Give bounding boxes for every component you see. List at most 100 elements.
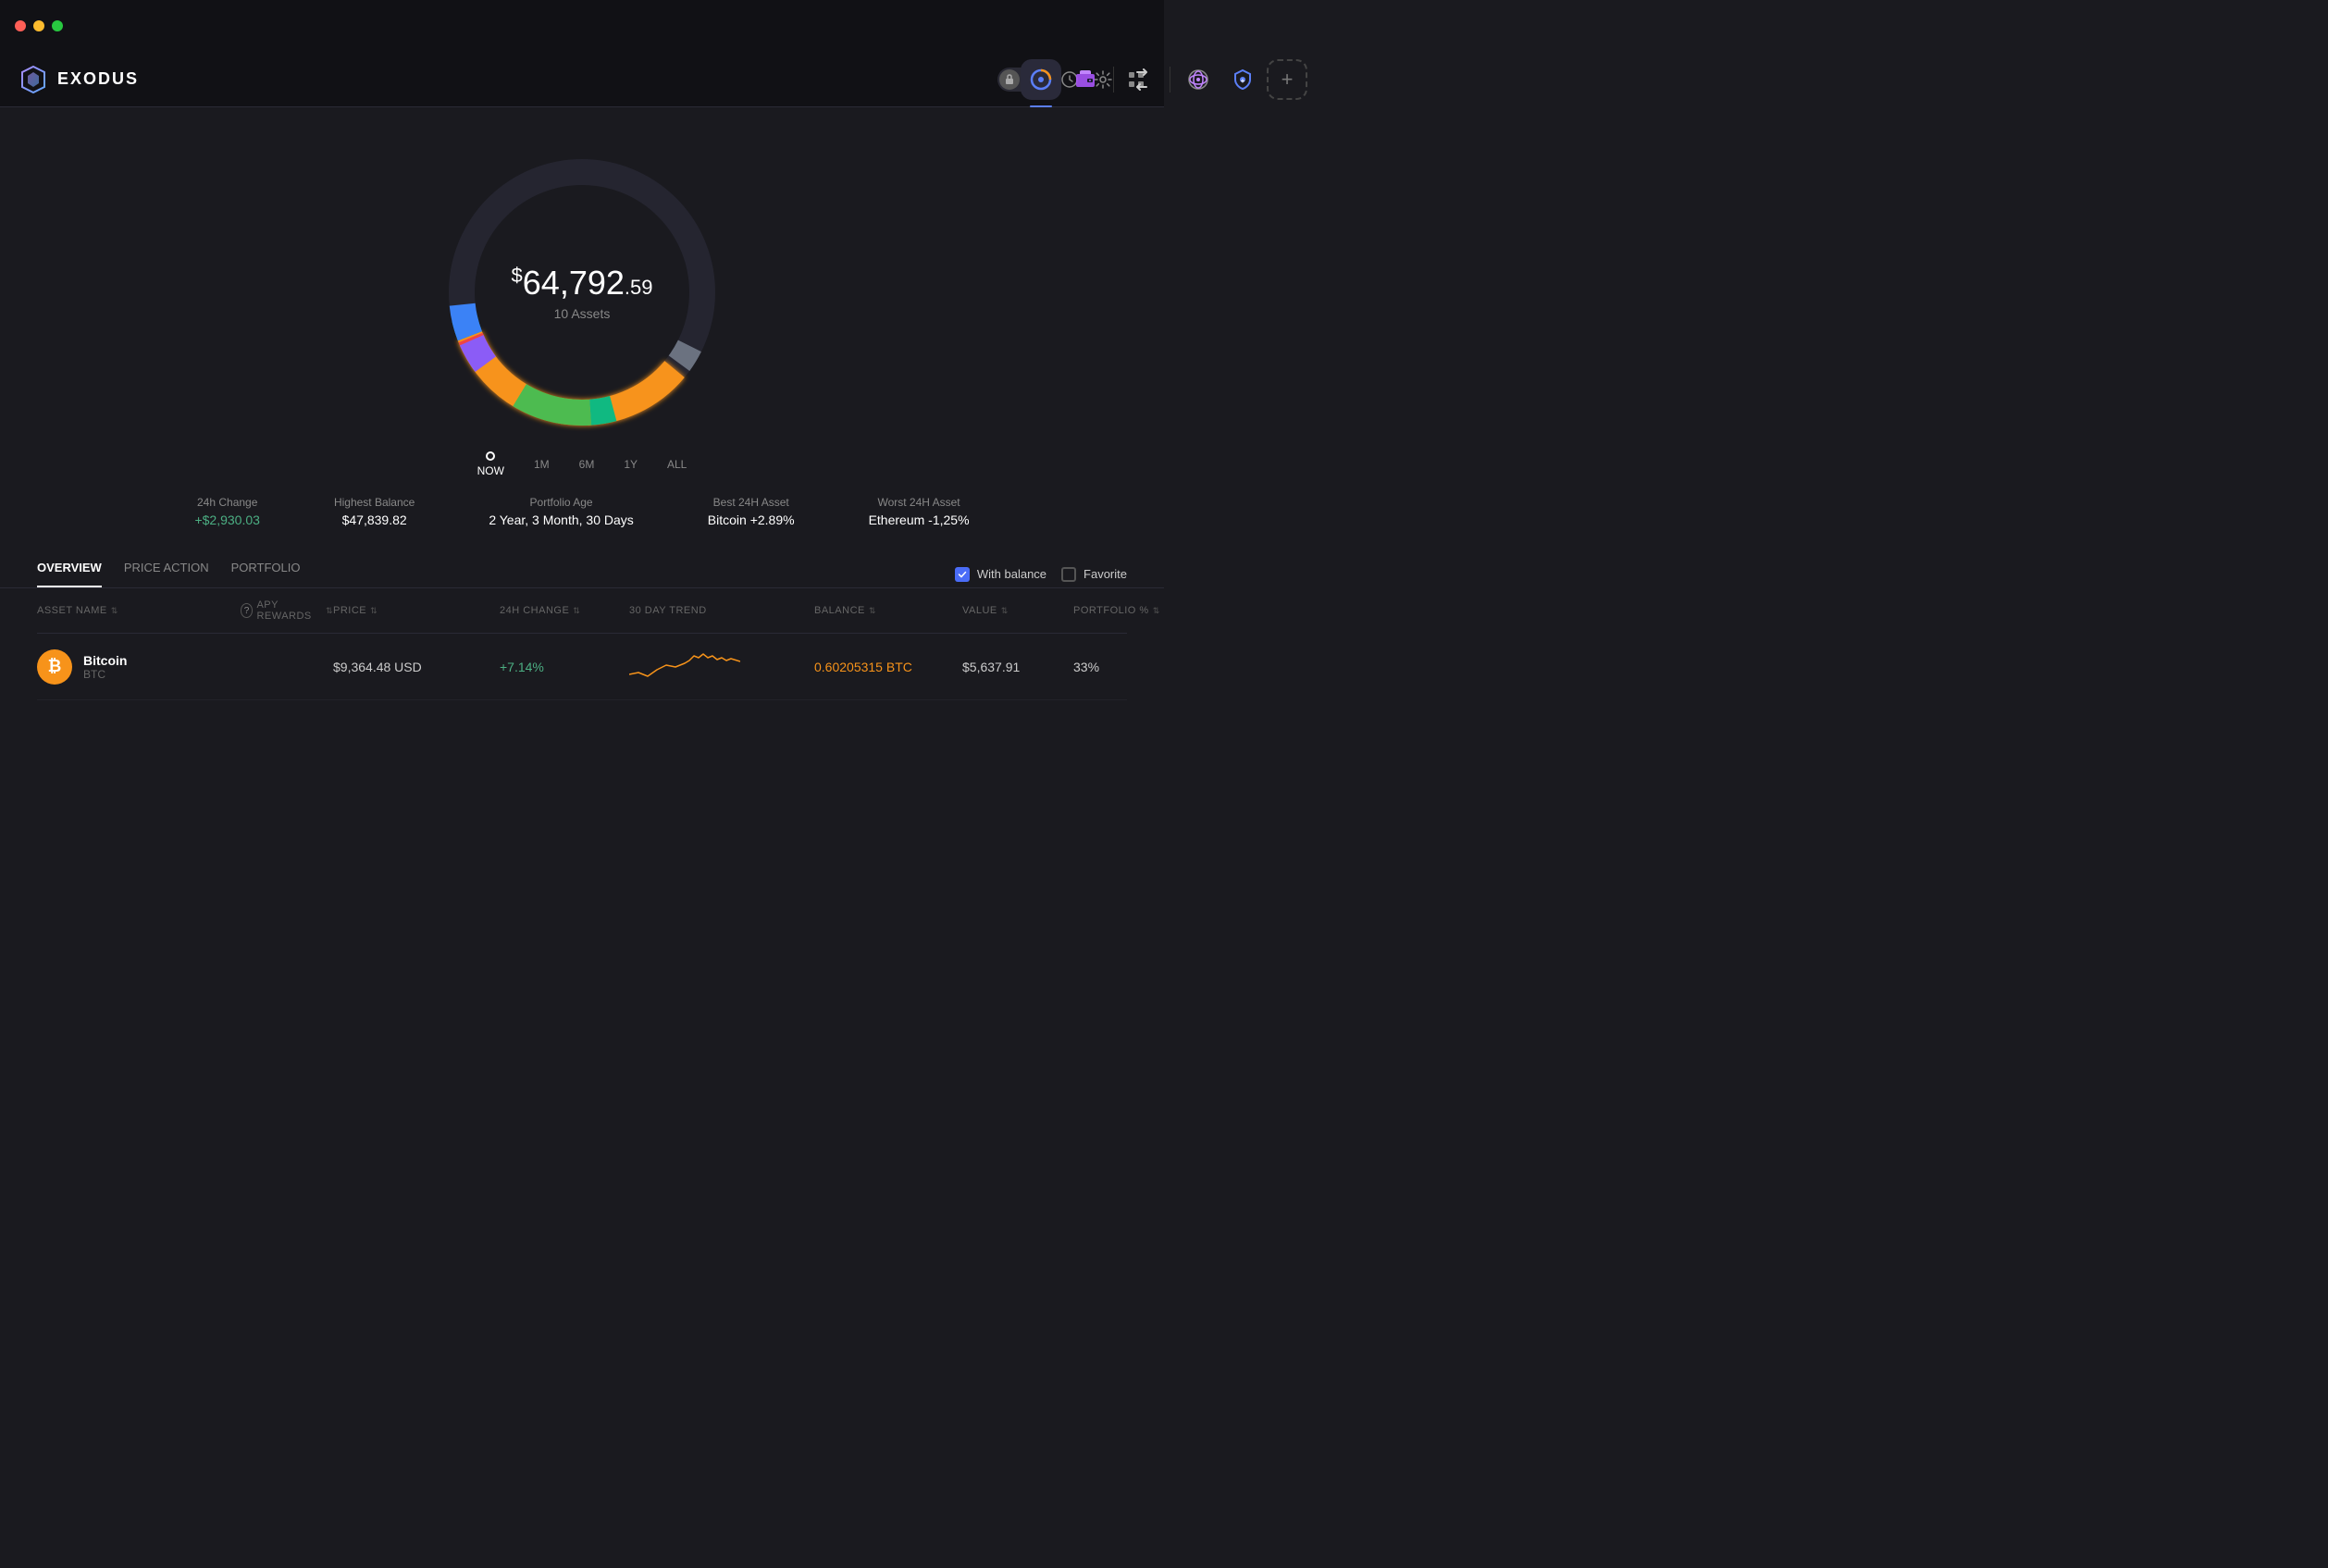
favorite-label: Favorite — [1084, 567, 1127, 581]
bitcoin-portfolio-pct: 33% — [1073, 660, 1166, 674]
bitcoin-trend-chart — [629, 647, 814, 686]
maximize-button[interactable] — [52, 20, 63, 31]
bitcoin-value: $5,637.91 — [962, 660, 1073, 674]
tab-portfolio[interactable]: PORTFOLIO — [231, 561, 301, 587]
sort-icon-price: ⇅ — [370, 606, 378, 616]
stat-worst-24h: Worst 24H Asset Ethereum -1,25% — [869, 496, 970, 527]
th-asset-name[interactable]: ASSET NAME ⇅ — [37, 599, 241, 622]
timeline-1y[interactable]: 1Y — [624, 458, 638, 471]
logo-area: EXODUS — [19, 65, 139, 94]
bitcoin-price: $9,364.48 USD — [333, 660, 500, 674]
favorite-checkbox[interactable] — [1061, 567, 1076, 582]
bitcoin-balance: 0.60205315 BTC — [814, 660, 962, 674]
tabs-filters: With balance Favorite — [955, 567, 1127, 582]
th-price[interactable]: PRICE ⇅ — [333, 599, 500, 622]
timeline-label-all: ALL — [667, 458, 687, 471]
center-navigation: + + — [1021, 59, 1307, 100]
stat-age-value: 2 Year, 3 Month, 30 Days — [489, 512, 633, 527]
nav-add-button[interactable]: + — [1267, 59, 1307, 100]
timeline-now[interactable]: NOW — [477, 451, 504, 477]
stat-highest-balance: Highest Balance $47,839.82 — [334, 496, 415, 527]
timeline-dot-now — [486, 451, 495, 461]
sort-icon-asset: ⇅ — [111, 606, 118, 616]
timeline-label-now: NOW — [477, 464, 504, 477]
tabs-section: OVERVIEW PRICE ACTION PORTFOLIO With bal… — [0, 546, 1164, 588]
titlebar — [0, 0, 1164, 52]
sort-icon-apy: ⇅ — [326, 606, 333, 616]
portfolio-amount: $64,792.59 — [512, 264, 653, 302]
timeline-label-1m: 1M — [534, 458, 550, 471]
nav-exchange-button[interactable] — [1121, 59, 1162, 100]
apy-question-badge[interactable]: ? — [241, 603, 253, 618]
stat-best-label: Best 24H Asset — [708, 496, 795, 509]
timeline-label-6m: 6M — [579, 458, 595, 471]
stat-24h-label: 24h Change — [194, 496, 259, 509]
nav-wallet-button[interactable] — [1065, 59, 1106, 100]
checkmark-icon — [958, 570, 967, 579]
portfolio-assets-count: 10 Assets — [512, 306, 653, 321]
nav-separator — [1113, 67, 1114, 93]
with-balance-label: With balance — [977, 567, 1046, 581]
th-24h-change[interactable]: 24H CHANGE ⇅ — [500, 599, 629, 622]
stat-highest-value: $47,839.82 — [334, 512, 415, 527]
bitcoin-sparkline — [629, 647, 740, 684]
sort-icon-value: ⇅ — [1001, 606, 1009, 616]
close-button[interactable] — [15, 20, 26, 31]
portfolio-value-center: $64,792.59 10 Assets — [512, 264, 653, 321]
stat-worst-label: Worst 24H Asset — [869, 496, 970, 509]
stat-age-label: Portfolio Age — [489, 496, 633, 509]
bitcoin-ticker: BTC — [83, 668, 127, 681]
table-header: ASSET NAME ⇅ ? APY REWARDS ⇅ PRICE ⇅ 24H… — [37, 588, 1127, 634]
earn-icon: + — [1232, 68, 1254, 91]
traffic-lights — [15, 20, 63, 31]
bitcoin-change: +7.14% — [500, 660, 629, 674]
stat-24h-value: +$2,930.03 — [194, 512, 259, 527]
timeline-label-1y: 1Y — [624, 458, 638, 471]
th-portfolio-pct[interactable]: PORTFOLIO % ⇅ — [1073, 599, 1166, 622]
top-navigation: EXODUS — [0, 52, 1164, 107]
main-content: $64,792.59 10 Assets NOW 1M 6M 1Y ALL — [0, 107, 1164, 700]
sort-icon-balance: ⇅ — [869, 606, 876, 616]
th-30day-trend: 30 DAY TREND — [629, 599, 814, 622]
stat-best-24h: Best 24H Asset Bitcoin +2.89% — [708, 496, 795, 527]
th-value[interactable]: VALUE ⇅ — [962, 599, 1073, 622]
currency-symbol: $ — [512, 264, 523, 287]
timeline: NOW 1M 6M 1Y ALL — [477, 451, 687, 477]
nft-icon — [1187, 68, 1209, 91]
svg-text:+: + — [1241, 77, 1245, 85]
exodus-logo-icon — [19, 65, 48, 94]
assets-table: ASSET NAME ⇅ ? APY REWARDS ⇅ PRICE ⇅ 24H… — [0, 588, 1164, 700]
tab-price-action[interactable]: PRICE ACTION — [124, 561, 209, 587]
nav-portfolio-button[interactable] — [1021, 59, 1061, 100]
with-balance-checkbox[interactable] — [955, 567, 970, 582]
sort-icon-change: ⇅ — [573, 606, 580, 616]
nav-nft-button[interactable] — [1178, 59, 1219, 100]
asset-cell-bitcoin: ₿ Bitcoin BTC — [37, 649, 241, 685]
bitcoin-icon: ₿ — [37, 649, 72, 685]
filter-favorite: Favorite — [1061, 567, 1127, 582]
stat-24h-change: 24h Change +$2,930.03 — [194, 496, 259, 527]
timeline-1m[interactable]: 1M — [534, 458, 550, 471]
th-apy[interactable]: ? APY REWARDS ⇅ — [241, 599, 333, 622]
portfolio-donut-chart: $64,792.59 10 Assets — [434, 144, 730, 440]
table-row[interactable]: ₿ Bitcoin BTC $9,364.48 USD +7.14% 0.602… — [37, 634, 1127, 700]
portfolio-section: $64,792.59 10 Assets NOW 1M 6M 1Y ALL — [0, 126, 1164, 546]
timeline-all[interactable]: ALL — [667, 458, 687, 471]
exchange-icon — [1131, 68, 1153, 91]
bitcoin-name-group: Bitcoin BTC — [83, 653, 127, 681]
stat-best-value: Bitcoin +2.89% — [708, 512, 795, 527]
bitcoin-name: Bitcoin — [83, 653, 127, 668]
tab-overview[interactable]: OVERVIEW — [37, 561, 102, 587]
stat-portfolio-age: Portfolio Age 2 Year, 3 Month, 30 Days — [489, 496, 633, 527]
stat-worst-value: Ethereum -1,25% — [869, 512, 970, 527]
sort-icon-portfolio: ⇅ — [1153, 606, 1160, 616]
logo-text: EXODUS — [57, 69, 139, 89]
stat-highest-label: Highest Balance — [334, 496, 415, 509]
th-balance[interactable]: BALANCE ⇅ — [814, 599, 962, 622]
timeline-6m[interactable]: 6M — [579, 458, 595, 471]
lock-toggle-knob — [999, 69, 1020, 90]
minimize-button[interactable] — [33, 20, 44, 31]
nav-earn-button[interactable]: + — [1222, 59, 1263, 100]
portfolio-icon — [1030, 68, 1052, 91]
wallet-icon — [1074, 68, 1096, 91]
